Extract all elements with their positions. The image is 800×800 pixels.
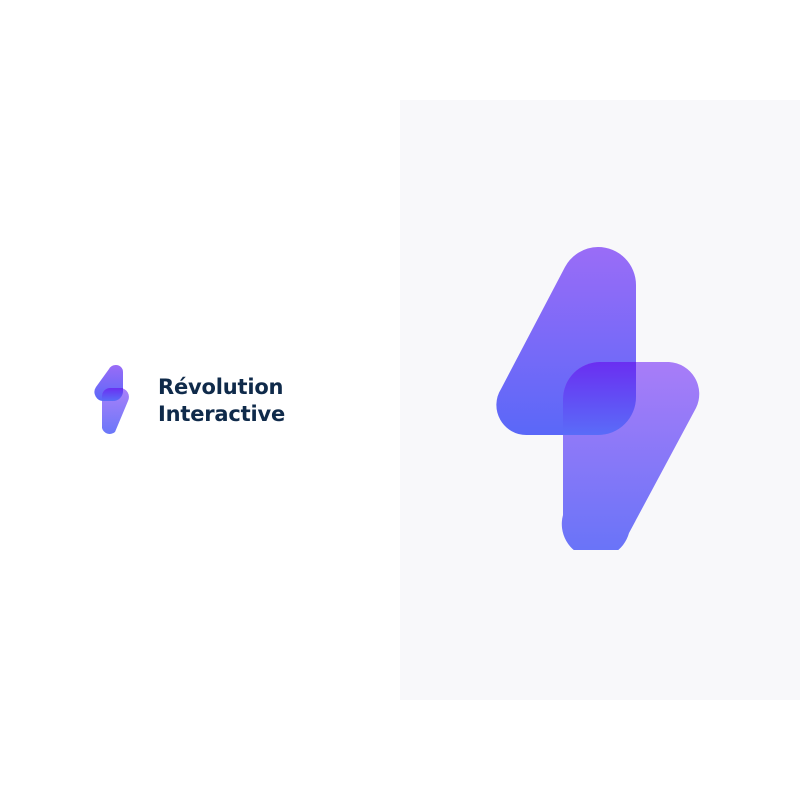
small-mark-shapes xyxy=(94,365,129,434)
logo-lockup: Révolution Interactive xyxy=(94,365,285,437)
wordmark-line-2: Interactive xyxy=(158,402,285,426)
wordmark-line-1: Révolution xyxy=(158,375,284,399)
canvas: Révolution Interactive xyxy=(0,0,800,800)
lightning-bolt-logo-icon xyxy=(94,365,129,434)
wordmark: Révolution Interactive xyxy=(158,374,285,428)
large-mark-shapes xyxy=(496,247,700,550)
large-lightning-bolt-logo-icon xyxy=(496,247,700,550)
